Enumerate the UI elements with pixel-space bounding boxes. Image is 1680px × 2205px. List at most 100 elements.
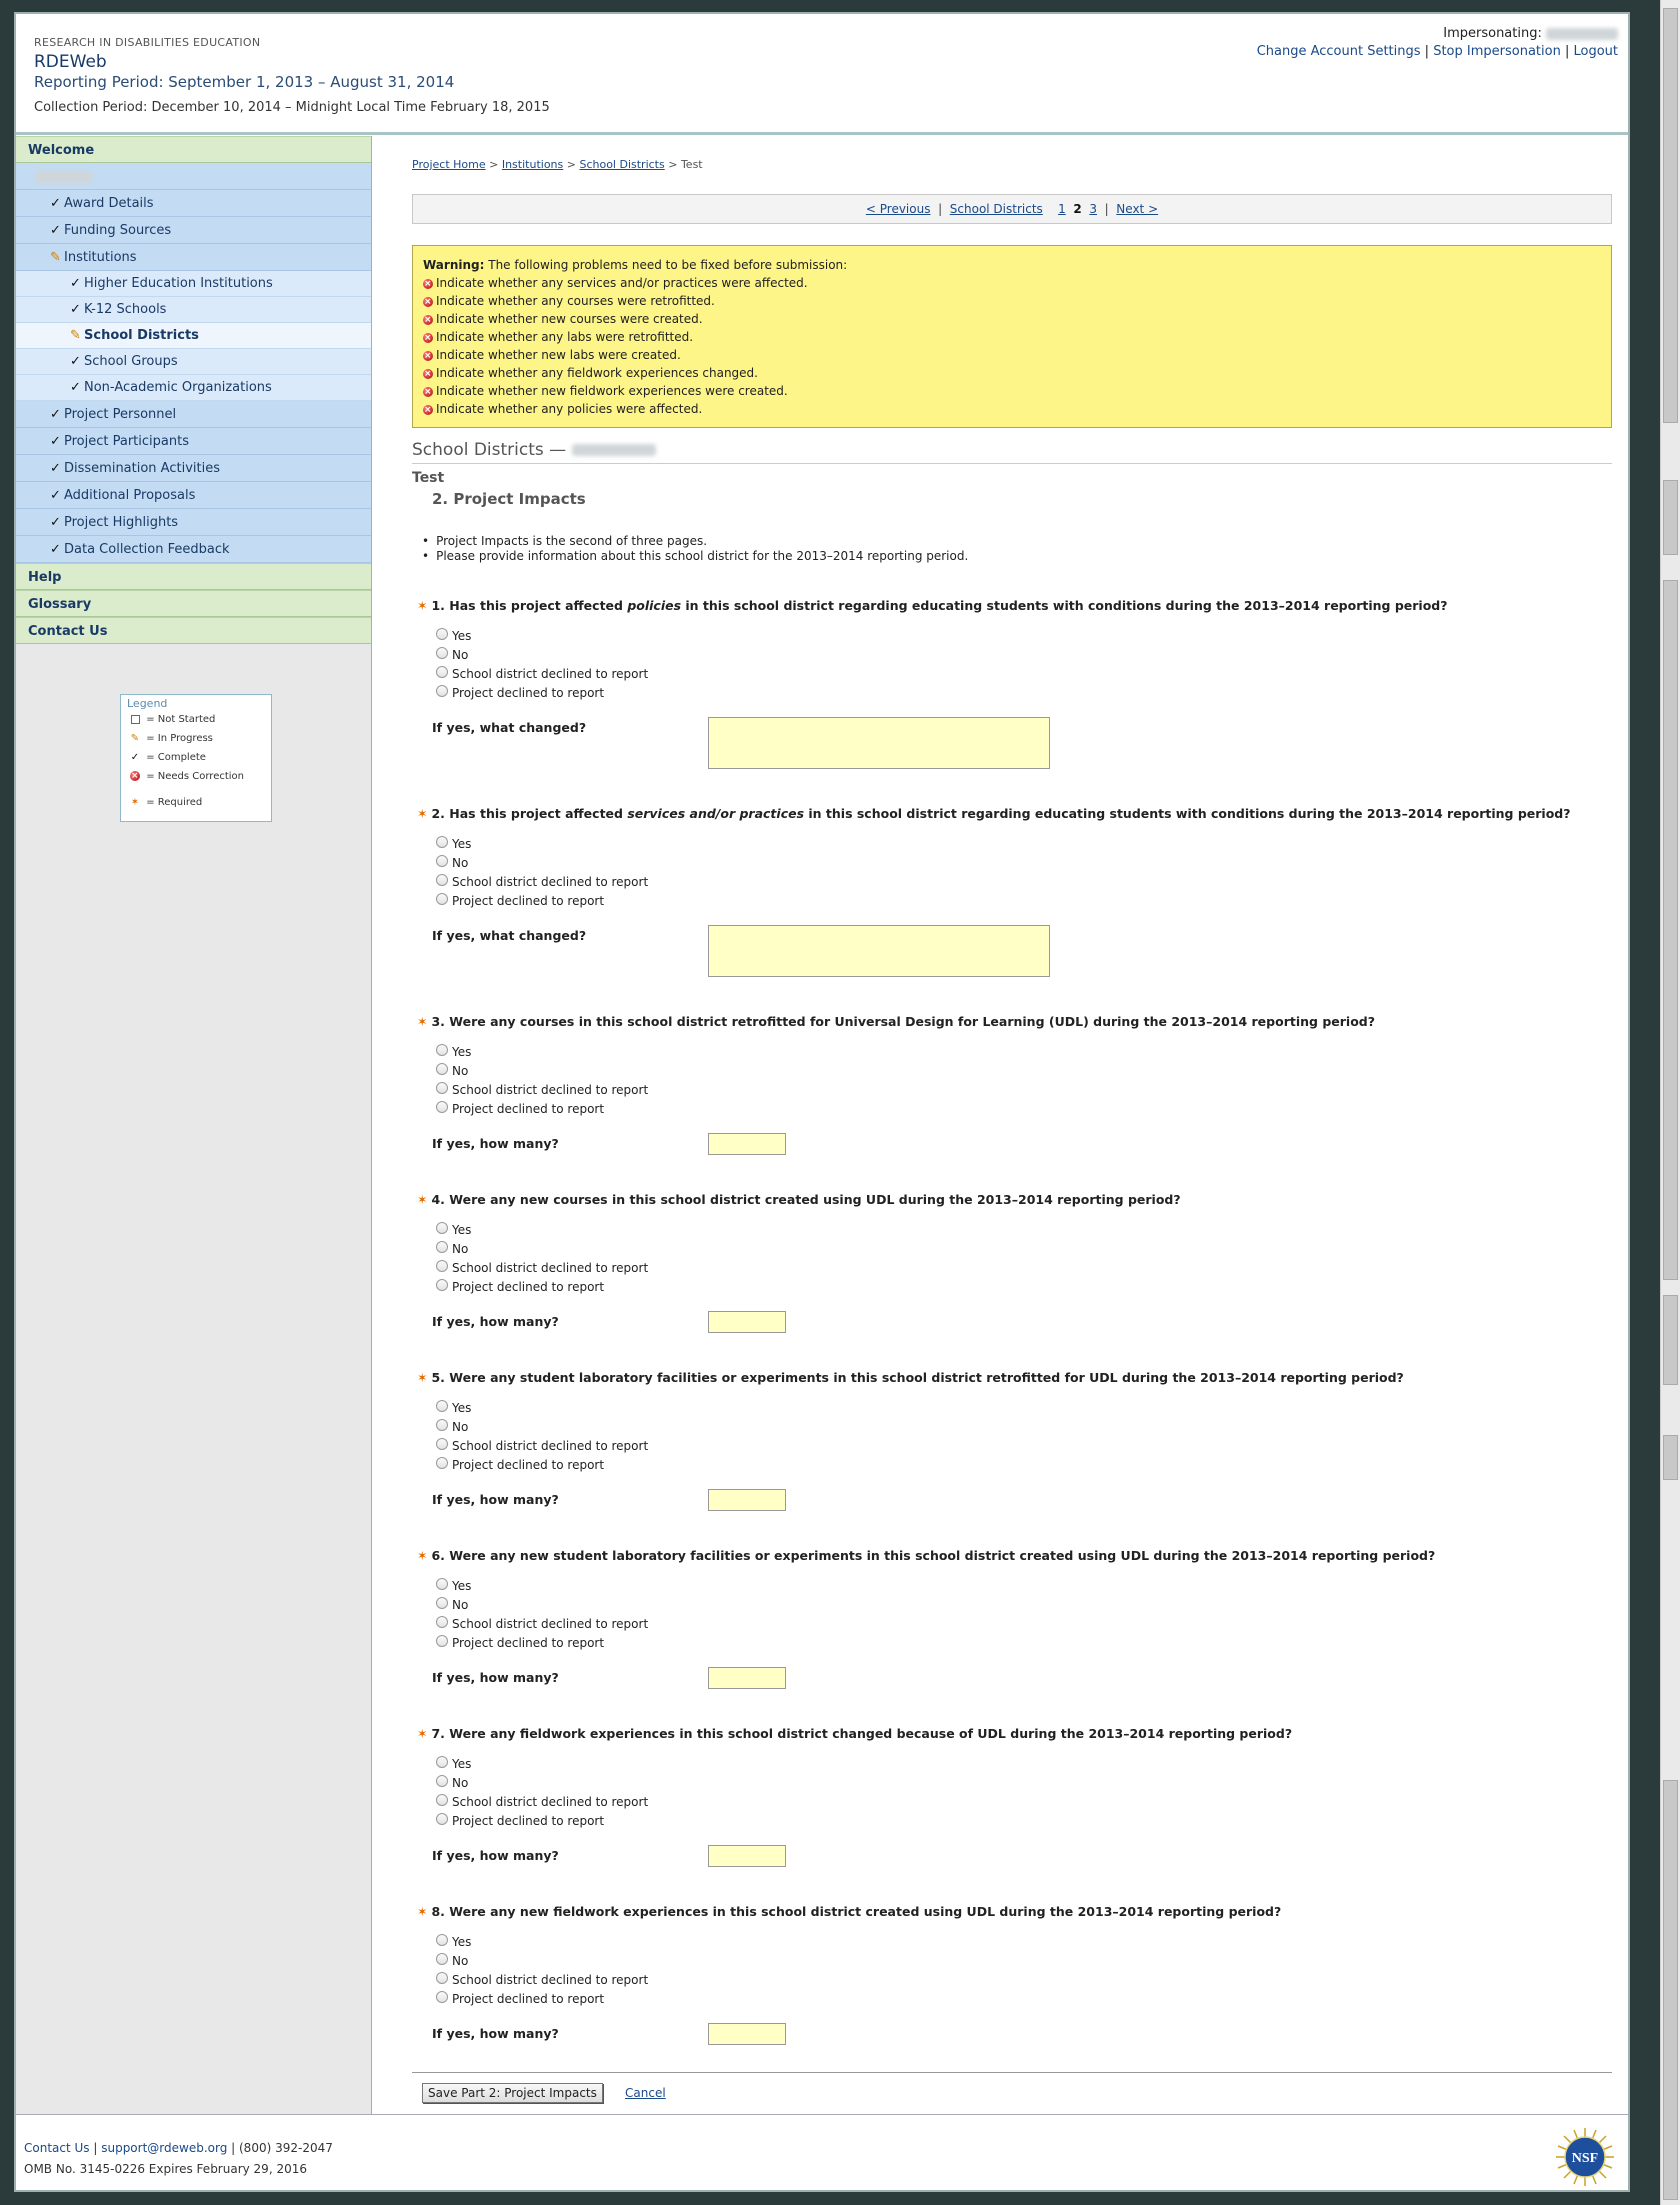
radio-project-declined[interactable] <box>436 1634 448 1647</box>
what-changed-textarea[interactable] <box>708 717 1050 769</box>
option-project-declined[interactable]: Project declined to report <box>436 1456 1612 1475</box>
radio-district-declined[interactable] <box>436 873 448 886</box>
option-yes[interactable]: Yes <box>436 835 1612 854</box>
sidebar-item-institutions[interactable]: ✎ Institutions <box>16 244 371 271</box>
sidebar-item-welcome[interactable]: Welcome <box>16 136 371 163</box>
how-many-input[interactable] <box>708 1311 786 1333</box>
radio-project-declined[interactable] <box>436 684 448 697</box>
option-no[interactable]: No <box>436 1418 1612 1437</box>
option-no[interactable]: No <box>436 854 1612 873</box>
how-many-input[interactable] <box>708 1667 786 1689</box>
pager-section-link[interactable]: School Districts <box>950 202 1043 216</box>
radio-project-declined[interactable] <box>436 1812 448 1825</box>
scrollbar-thumb[interactable] <box>1663 8 1678 423</box>
option-yes[interactable]: Yes <box>436 1221 1612 1240</box>
sidebar-item-k12-schools[interactable]: ✓ K-12 Schools <box>16 297 371 323</box>
radio-district-declined[interactable] <box>436 1437 448 1450</box>
sidebar-item-help[interactable]: Help <box>16 563 371 590</box>
radio-no[interactable] <box>436 1240 448 1253</box>
radio-project-declined[interactable] <box>436 1990 448 2003</box>
option-district-declined[interactable]: School district declined to report <box>436 1437 1612 1456</box>
scrollbar[interactable] <box>1660 0 1680 2205</box>
radio-yes[interactable] <box>436 627 448 640</box>
breadcrumb-school-districts[interactable]: School Districts <box>579 158 664 171</box>
sidebar-item-project-participants[interactable]: ✓ Project Participants <box>16 428 371 455</box>
radio-district-declined[interactable] <box>436 1971 448 1984</box>
change-account-settings-link[interactable]: Change Account Settings <box>1257 44 1421 59</box>
sidebar-item-contact[interactable]: Contact Us <box>16 617 371 644</box>
radio-project-declined[interactable] <box>436 1456 448 1469</box>
option-no[interactable]: No <box>436 1952 1612 1971</box>
radio-project-declined[interactable] <box>436 1100 448 1113</box>
option-no[interactable]: No <box>436 646 1612 665</box>
radio-no[interactable] <box>436 1774 448 1787</box>
option-district-declined[interactable]: School district declined to report <box>436 1971 1612 1990</box>
what-changed-textarea[interactable] <box>708 925 1050 977</box>
logout-link[interactable]: Logout <box>1573 44 1618 59</box>
radio-no[interactable] <box>436 646 448 659</box>
sidebar-item-project-redacted[interactable] <box>16 163 371 190</box>
option-no[interactable]: No <box>436 1596 1612 1615</box>
radio-yes[interactable] <box>436 1933 448 1946</box>
option-district-declined[interactable]: School district declined to report <box>436 1793 1612 1812</box>
radio-project-declined[interactable] <box>436 1278 448 1291</box>
radio-yes[interactable] <box>436 1221 448 1234</box>
sidebar-item-school-groups[interactable]: ✓ School Groups <box>16 349 371 375</box>
page-1-link[interactable]: 1 <box>1058 202 1066 216</box>
radio-district-declined[interactable] <box>436 665 448 678</box>
radio-yes[interactable] <box>436 1399 448 1412</box>
option-no[interactable]: No <box>436 1240 1612 1259</box>
radio-no[interactable] <box>436 1418 448 1431</box>
option-project-declined[interactable]: Project declined to report <box>436 684 1612 703</box>
option-project-declined[interactable]: Project declined to report <box>436 1812 1612 1831</box>
option-district-declined[interactable]: School district declined to report <box>436 1615 1612 1634</box>
previous-page-link[interactable]: < Previous <box>866 202 931 216</box>
sidebar-item-dissemination[interactable]: ✓ Dissemination Activities <box>16 455 371 482</box>
sidebar-item-non-academic[interactable]: ✓ Non-Academic Organizations <box>16 375 371 401</box>
radio-yes[interactable] <box>436 835 448 848</box>
option-project-declined[interactable]: Project declined to report <box>436 1278 1612 1297</box>
how-many-input[interactable] <box>708 1489 786 1511</box>
option-no[interactable]: No <box>436 1062 1612 1081</box>
sidebar-item-higher-education[interactable]: ✓ Higher Education Institutions <box>16 271 371 297</box>
option-yes[interactable]: Yes <box>436 1577 1612 1596</box>
radio-district-declined[interactable] <box>436 1259 448 1272</box>
option-no[interactable]: No <box>436 1774 1612 1793</box>
radio-district-declined[interactable] <box>436 1615 448 1628</box>
radio-district-declined[interactable] <box>436 1081 448 1094</box>
radio-yes[interactable] <box>436 1043 448 1056</box>
sidebar-item-school-districts[interactable]: ✎ School Districts <box>16 323 371 349</box>
option-project-declined[interactable]: Project declined to report <box>436 1990 1612 2009</box>
breadcrumb-institutions[interactable]: Institutions <box>502 158 563 171</box>
stop-impersonation-link[interactable]: Stop Impersonation <box>1433 44 1561 59</box>
cancel-link[interactable]: Cancel <box>625 2086 666 2100</box>
next-page-link[interactable]: Next > <box>1116 202 1158 216</box>
sidebar-item-funding-sources[interactable]: ✓ Funding Sources <box>16 217 371 244</box>
option-district-declined[interactable]: School district declined to report <box>436 1081 1612 1100</box>
option-district-declined[interactable]: School district declined to report <box>436 665 1612 684</box>
how-many-input[interactable] <box>708 1845 786 1867</box>
footer-contact-link[interactable]: Contact Us <box>24 2141 90 2155</box>
option-yes[interactable]: Yes <box>436 1755 1612 1774</box>
how-many-input[interactable] <box>708 2023 786 2045</box>
option-project-declined[interactable]: Project declined to report <box>436 892 1612 911</box>
option-yes[interactable]: Yes <box>436 627 1612 646</box>
radio-yes[interactable] <box>436 1755 448 1768</box>
option-yes[interactable]: Yes <box>436 1399 1612 1418</box>
radio-no[interactable] <box>436 854 448 867</box>
sidebar-item-project-highlights[interactable]: ✓ Project Highlights <box>16 509 371 536</box>
footer-email-link[interactable]: support@rdeweb.org <box>101 2141 227 2155</box>
option-yes[interactable]: Yes <box>436 1043 1612 1062</box>
radio-no[interactable] <box>436 1062 448 1075</box>
sidebar-item-feedback[interactable]: ✓ Data Collection Feedback <box>16 536 371 563</box>
radio-project-declined[interactable] <box>436 892 448 905</box>
option-district-declined[interactable]: School district declined to report <box>436 873 1612 892</box>
page-3-link[interactable]: 3 <box>1089 202 1097 216</box>
save-button[interactable]: Save Part 2: Project Impacts <box>422 2083 603 2103</box>
how-many-input[interactable] <box>708 1133 786 1155</box>
radio-district-declined[interactable] <box>436 1793 448 1806</box>
breadcrumb-project-home[interactable]: Project Home <box>412 158 486 171</box>
sidebar-item-glossary[interactable]: Glossary <box>16 590 371 617</box>
radio-no[interactable] <box>436 1952 448 1965</box>
radio-no[interactable] <box>436 1596 448 1609</box>
